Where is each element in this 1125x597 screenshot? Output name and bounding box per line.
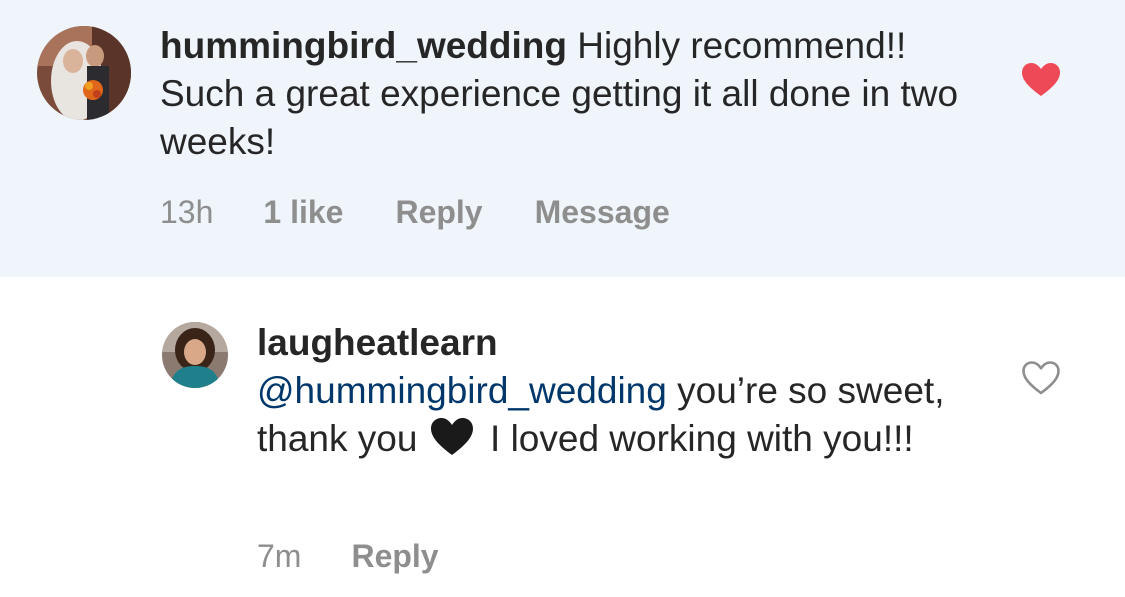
avatar-hummingbird-wedding[interactable] bbox=[37, 26, 131, 120]
profile-photo-icon bbox=[162, 322, 228, 388]
reply-timestamp: 7m bbox=[257, 538, 302, 574]
reply-username[interactable]: laugheatlearn bbox=[257, 322, 498, 363]
reply-mention-link[interactable]: @hummingbird_wedding bbox=[257, 370, 667, 411]
wedding-couple-photo-icon bbox=[37, 26, 131, 120]
comment-text: hummingbird_wedding Highly recommend!! S… bbox=[160, 22, 980, 166]
reply-text: laugheatlearn @hummingbird_wedding you’r… bbox=[257, 319, 997, 463]
avatar-laugheatlearn[interactable] bbox=[162, 322, 228, 388]
black-heart-icon bbox=[430, 418, 473, 455]
reply-meta: 7m Reply bbox=[257, 538, 439, 575]
reply-like-button[interactable] bbox=[1021, 360, 1061, 396]
comment-meta: 13h 1 like Reply Message bbox=[160, 194, 670, 231]
comment-username[interactable]: hummingbird_wedding bbox=[160, 25, 567, 66]
comment-likes-link[interactable]: 1 like bbox=[263, 194, 343, 231]
reply-body-part2: I loved working with you!!! bbox=[479, 418, 914, 459]
comment-reply-button[interactable]: Reply bbox=[395, 194, 482, 231]
comment-timestamp: 13h bbox=[160, 194, 214, 230]
heart-filled-icon bbox=[1022, 63, 1060, 96]
heart-outline-icon bbox=[1022, 361, 1060, 395]
comment-message-button[interactable]: Message bbox=[535, 194, 670, 231]
comment-like-button[interactable] bbox=[1021, 62, 1061, 98]
reply-reply-button[interactable]: Reply bbox=[351, 538, 438, 575]
